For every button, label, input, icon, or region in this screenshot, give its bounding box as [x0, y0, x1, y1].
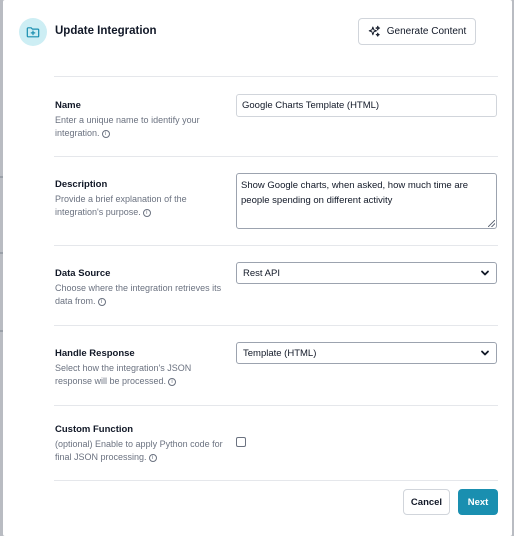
data-source-help: Choose where the integration retrieves i… [55, 283, 222, 306]
handle-response-label: Handle Response [55, 348, 135, 359]
section-divider [54, 480, 498, 481]
resize-handle[interactable] [488, 220, 495, 227]
description-value: Show Google charts, when asked, how much… [241, 180, 469, 206]
info-icon[interactable]: i [148, 453, 157, 462]
handle-response-select[interactable]: Template (HTML) [236, 342, 497, 364]
modal-title: Update Integration [55, 25, 157, 37]
info-icon[interactable]: i [142, 208, 151, 217]
chevron-down-icon [481, 350, 489, 356]
section-divider [54, 245, 498, 246]
info-icon[interactable]: i [101, 129, 110, 138]
section-divider [54, 76, 498, 77]
next-button[interactable]: Next [458, 489, 498, 515]
info-icon[interactable]: i [97, 297, 106, 306]
custom-function-label: Custom Function [55, 424, 134, 435]
section-divider [54, 405, 498, 406]
description-help: Provide a brief explanation of the integ… [55, 194, 187, 217]
section-divider [54, 156, 498, 157]
section-divider [54, 325, 498, 326]
custom-function-help: (optional) Enable to apply Python code f… [55, 439, 223, 462]
name-label: Name [55, 100, 81, 111]
data-source-label: Data Source [55, 268, 111, 279]
update-integration-modal: Update Integration Generate Content Name… [3, 0, 512, 536]
description-textarea[interactable]: Show Google charts, when asked, how much… [236, 173, 497, 229]
name-input[interactable]: Google Charts Template (HTML) [236, 94, 497, 117]
name-help: Enter a unique name to identify your int… [55, 115, 200, 138]
sparkles-icon [368, 25, 380, 37]
handle-response-help: Select how the integration's JSON respon… [55, 363, 192, 386]
folder-plus-icon [19, 18, 47, 46]
cancel-button[interactable]: Cancel [403, 489, 450, 515]
handle-response-selected: Template (HTML) [243, 347, 317, 359]
data-source-selected: Rest API [243, 267, 280, 279]
custom-function-checkbox[interactable] [236, 437, 246, 447]
generate-content-label: Generate Content [386, 26, 467, 37]
info-icon[interactable]: i [168, 377, 177, 386]
name-input-value: Google Charts Template (HTML) [242, 100, 380, 111]
description-label: Description [55, 179, 108, 190]
generate-content-button[interactable]: Generate Content [358, 18, 476, 45]
data-source-select[interactable]: Rest API [236, 262, 497, 284]
chevron-down-icon [481, 270, 489, 276]
